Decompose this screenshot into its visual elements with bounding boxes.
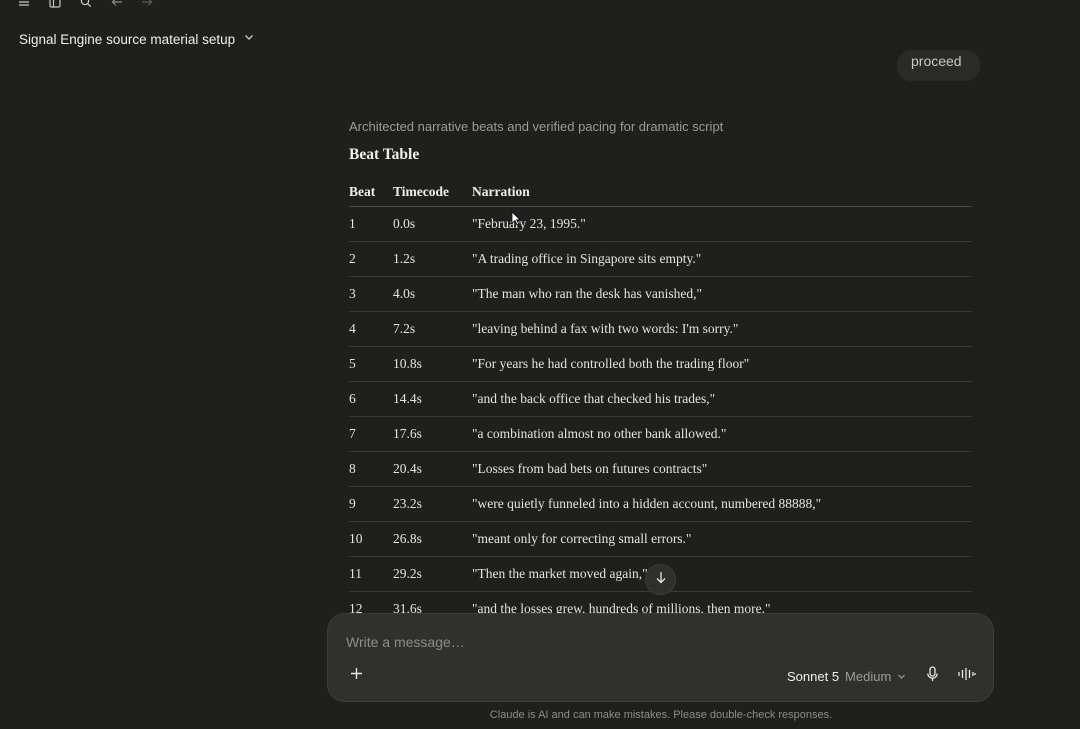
microphone-button[interactable] [921, 665, 943, 687]
table-row: 1 0.0s "February 23, 1995." [349, 205, 972, 241]
plus-icon [350, 667, 363, 685]
audio-waveform-icon [958, 667, 976, 686]
beat-number: 8 [349, 450, 393, 486]
beat-number: 5 [349, 345, 393, 381]
narration: "leaving behind a fax with two words: I'… [472, 310, 972, 346]
menu-icon[interactable] [16, 0, 32, 10]
search-icon[interactable] [78, 0, 94, 10]
column-header-beat: Beat [349, 184, 393, 207]
timecode: 14.4s [393, 380, 472, 416]
user-message-bubble: proceed [897, 50, 980, 81]
narration: "For years he had controlled both the tr… [472, 345, 972, 381]
back-arrow-icon[interactable] [109, 0, 125, 10]
section-heading: Beat Table [349, 146, 420, 163]
narration: "and the losses grew, hundreds of millio… [472, 590, 972, 613]
effort-level: Medium [845, 668, 892, 684]
thinking-summary[interactable]: Architected narrative beats and verified… [349, 118, 972, 135]
table-row: 8 20.4s "Losses from bad bets on futures c… [349, 450, 972, 486]
beat-number: 9 [349, 485, 393, 521]
beat-number: 4 [349, 310, 393, 346]
narration: "a combination almost no other bank allo… [472, 415, 972, 451]
table-row: 6 14.4s "and the back office that checked … [349, 380, 972, 416]
beat-number: 7 [349, 415, 393, 451]
message-composer: Sonnet 5 Medium [327, 613, 994, 702]
timecode: 0.0s [393, 205, 472, 241]
user-message-text: proceed [911, 53, 962, 69]
table-row: 5 10.8s "For years he had controlled both … [349, 345, 972, 381]
narration: "Then the market moved again," [472, 555, 972, 591]
conversation-title-dropdown[interactable]: Signal Engine source material setup [19, 29, 255, 49]
column-header-timecode: Timecode [393, 184, 472, 207]
beat-number: 11 [349, 555, 393, 591]
narration: "A trading office in Singapore sits empt… [472, 240, 972, 276]
disclaimer-text: Claude is AI and can make mistakes. Plea… [489, 709, 833, 721]
scroll-to-bottom-button[interactable] [645, 564, 676, 595]
beat-number: 2 [349, 240, 393, 276]
beat-number: 1 [349, 205, 393, 241]
beat-table: Beat Timecode Narration 1 0.0s "February 2… [349, 184, 972, 613]
assistant-response: Architected narrative beats and verified… [349, 118, 972, 613]
table-row: 10 26.8s "meant only for correcting small … [349, 520, 972, 556]
top-toolbar [0, 0, 1080, 12]
table-row: 2 1.2s "A trading office in Singapore sits… [349, 240, 972, 276]
beat-number: 6 [349, 380, 393, 416]
conversation-title: Signal Engine source material setup [19, 31, 236, 47]
timecode: 20.4s [393, 450, 472, 486]
narration: "meant only for correcting small errors.… [472, 520, 972, 556]
narration: "Losses from bad bets on futures contrac… [472, 450, 972, 486]
timecode: 17.6s [393, 415, 472, 451]
table-row: 4 7.2s "leaving behind a fax with two word… [349, 310, 972, 346]
voice-mode-button[interactable] [955, 665, 979, 687]
timecode: 10.8s [393, 345, 472, 381]
beat-number: 12 [349, 590, 393, 613]
beat-number: 10 [349, 520, 393, 556]
table-row: 9 23.2s "were quietly funneled into a hidd… [349, 485, 972, 521]
timecode: 26.8s [393, 520, 472, 556]
table-row: 7 17.6s "a combination almost no other ban… [349, 415, 972, 451]
arrow-down-icon [655, 571, 667, 589]
sidebar-icon[interactable] [47, 0, 63, 10]
microphone-icon [926, 665, 939, 687]
narration: "February 23, 1995." [472, 205, 972, 241]
chevron-down-icon [243, 30, 255, 48]
timecode: 23.2s [393, 485, 472, 521]
beat-number: 3 [349, 275, 393, 311]
mouse-cursor-icon [511, 211, 521, 231]
timecode: 29.2s [393, 555, 472, 591]
message-input[interactable] [346, 632, 946, 652]
model-selector[interactable]: Sonnet 5 Medium [787, 666, 906, 686]
table-header-row: Beat Timecode Narration [349, 184, 972, 207]
timecode: 1.2s [393, 240, 472, 276]
timecode: 4.0s [393, 275, 472, 311]
timecode: 7.2s [393, 310, 472, 346]
chevron-down-icon [897, 669, 906, 684]
table-row: 3 4.0s "The man who ran the desk has vanis… [349, 275, 972, 311]
model-name: Sonnet 5 [787, 668, 840, 684]
timecode: 31.6s [393, 590, 472, 613]
narration: "The man who ran the desk has vanished," [472, 275, 972, 311]
narration: "and the back office that checked his tr… [472, 380, 972, 416]
narration: "were quietly funneled into a hidden acc… [472, 485, 972, 521]
add-attachment-button[interactable] [346, 666, 366, 686]
column-header-narration: Narration [472, 184, 972, 207]
forward-arrow-icon[interactable] [139, 0, 155, 10]
